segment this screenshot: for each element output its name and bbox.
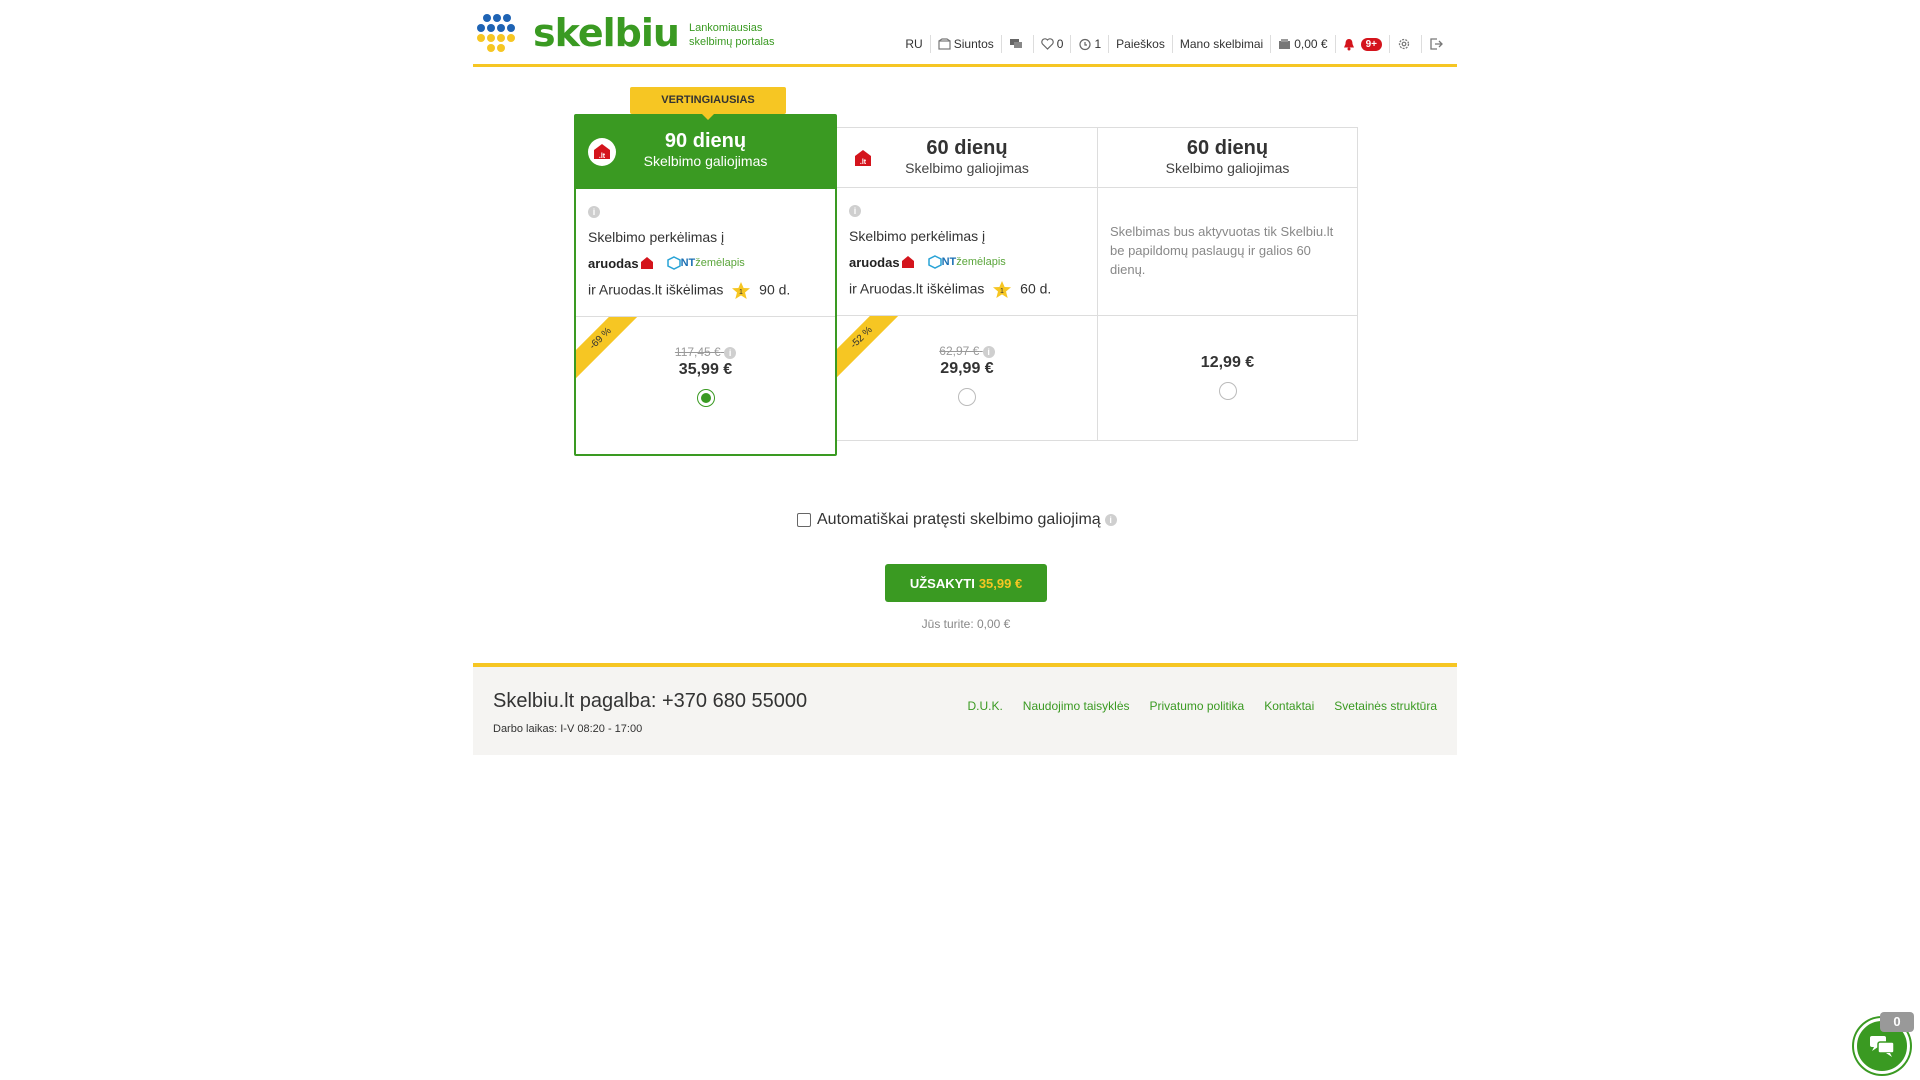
partner-logos: aruodas NT žemėlapis bbox=[849, 252, 1085, 272]
info-icon[interactable]: i bbox=[849, 205, 861, 218]
sitemap-link[interactable]: Svetainės struktūra bbox=[1334, 699, 1437, 713]
transfer-text: Skelbimo perkėlimas į bbox=[849, 228, 986, 244]
logo-tagline: Lankomiausias skelbimų portalas bbox=[688, 22, 775, 48]
plan-features: Skelbimas bus aktyvuotas tik Skelbiu.lt … bbox=[1098, 188, 1357, 316]
plan-radio[interactable] bbox=[1218, 382, 1237, 400]
terms-link[interactable]: Naudojimo taisyklės bbox=[1023, 699, 1130, 713]
nt-map-icon bbox=[666, 256, 681, 270]
auto-extend-checkbox[interactable] bbox=[797, 513, 811, 527]
plan-price-cell: -69 % 117,45 € i 35,99 € bbox=[576, 317, 835, 441]
plan-90-days[interactable]: .lt 90 dienų Skelbimo galiojimas i Skelb… bbox=[574, 114, 837, 456]
shipments-link[interactable]: Siuntos bbox=[929, 35, 1001, 53]
logo-dots-icon bbox=[477, 14, 527, 52]
best-value-badge: VERTINGIAUSIAS bbox=[630, 87, 786, 120]
page: skelbiu Lankomiausias skelbimų portalas … bbox=[0, 0, 1920, 1080]
help-phone: Skelbiu.lt pagalba: +370 680 55000 bbox=[493, 690, 808, 712]
plan-price-cell: 12,99 € bbox=[1098, 316, 1357, 440]
auto-extend-row: Automatiškai pratęsti skelbimo galiojimą… bbox=[797, 511, 1117, 529]
contacts-link[interactable]: Kontaktai bbox=[1264, 699, 1314, 713]
aruodas-house-icon bbox=[640, 257, 653, 269]
info-icon[interactable]: i bbox=[588, 206, 600, 219]
my-ads-link[interactable]: Mano skelbimai bbox=[1171, 35, 1270, 53]
gear-icon bbox=[1398, 38, 1410, 50]
promo-line: ir Aruodas.lt iškėlimas 1 90 d. bbox=[588, 281, 823, 301]
price: 12,99 € bbox=[1200, 354, 1255, 371]
aruodas-house-icon bbox=[901, 256, 914, 268]
star-icon: 1 bbox=[993, 281, 1012, 298]
privacy-link[interactable]: Privatumo politika bbox=[1150, 699, 1245, 713]
old-price: 62,97 € i bbox=[837, 344, 1097, 358]
searches-link[interactable]: Paieškos bbox=[1108, 35, 1172, 53]
plan-header: .lt 60 dienų Skelbimo galiojimas bbox=[837, 128, 1097, 188]
plan-header: .lt 90 dienų Skelbimo galiojimas bbox=[576, 116, 835, 189]
plan-60-days-basic[interactable]: 60 dienų Skelbimo galiojimas Skelbimas b… bbox=[1097, 128, 1357, 440]
favorites-link[interactable]: 0 bbox=[1032, 35, 1071, 53]
logo-wordmark: skelbiu bbox=[533, 11, 680, 55]
nt-zemelapis-logo: NT žemėlapis bbox=[666, 256, 745, 270]
aruodas-lt-icon: .lt bbox=[588, 138, 616, 166]
language-switch[interactable]: RU bbox=[898, 35, 929, 53]
aruodas-logo: aruodas bbox=[588, 256, 655, 271]
plans-table: .lt 90 dienų Skelbimo galiojimas i Skelb… bbox=[574, 114, 1358, 456]
plan-price-cell: -52 % 62,97 € i 29,99 € bbox=[837, 316, 1097, 440]
notifications-badge: 9+ bbox=[1360, 37, 1382, 51]
plan-radio[interactable] bbox=[958, 388, 976, 406]
wallet-link[interactable]: 0,00 € bbox=[1270, 35, 1334, 53]
partner-logos: aruodas NT žemėlapis bbox=[588, 253, 823, 273]
auto-extend-label[interactable]: Automatiškai pratęsti skelbimo galiojimą bbox=[817, 511, 1101, 529]
footer: Skelbiu.lt pagalba: +370 680 55000 Darbo… bbox=[473, 663, 1457, 755]
history-link[interactable]: 1 bbox=[1070, 35, 1108, 53]
logo[interactable]: skelbiu Lankomiausias skelbimų portalas bbox=[477, 14, 775, 52]
plan-features: i Skelbimo perkėlimas į aruodas NT žemėla… bbox=[837, 188, 1097, 316]
svg-text:.lt: .lt bbox=[860, 159, 867, 166]
order-button[interactable]: UŽSAKYTI 35,99 € bbox=[885, 564, 1047, 602]
plan-description: Skelbimas bus aktyvuotas tik Skelbiu.lt … bbox=[1110, 224, 1334, 277]
settings-link[interactable] bbox=[1389, 35, 1421, 53]
info-icon[interactable]: i bbox=[982, 345, 995, 358]
info-icon[interactable]: i bbox=[724, 346, 737, 359]
plan-radio[interactable] bbox=[696, 389, 715, 407]
plan-features: i Skelbimo perkėlimas į aruodas NT žemėla… bbox=[576, 189, 835, 317]
aruodas-logo: aruodas bbox=[849, 255, 916, 270]
plan-header: 60 dienų Skelbimo galiojimas bbox=[1098, 128, 1357, 188]
logout-link[interactable] bbox=[1421, 35, 1453, 53]
transfer-text: Skelbimo perkėlimas į bbox=[588, 229, 725, 245]
old-price: 117,45 € i bbox=[576, 345, 835, 359]
wallet-icon bbox=[1279, 39, 1291, 49]
promo-line: ir Aruodas.lt iškėlimas 1 60 d. bbox=[849, 280, 1085, 300]
heart-icon bbox=[1041, 38, 1054, 50]
price: 29,99 € bbox=[940, 360, 994, 377]
aruodas-lt-icon: .lt bbox=[855, 150, 871, 166]
header: skelbiu Lankomiausias skelbimų portalas … bbox=[473, 0, 1457, 67]
top-nav: RU Siuntos 0 1 Paieškos Mano skelbimai 0… bbox=[898, 35, 1453, 53]
bell-icon bbox=[1343, 38, 1354, 50]
plan-60-days-promo[interactable]: .lt 60 dienų Skelbimo galiojimas i Skelb… bbox=[836, 128, 1097, 440]
chat-icon bbox=[1870, 1036, 1895, 1057]
svg-text:.lt: .lt bbox=[599, 153, 606, 160]
plan-subtitle: Skelbimo galiojimas bbox=[1165, 160, 1290, 176]
nt-map-icon bbox=[927, 255, 942, 269]
footer-links: D.U.K. Naudojimo taisyklės Privatumo pol… bbox=[947, 699, 1437, 713]
notifications-link[interactable]: 9+ bbox=[1334, 35, 1389, 53]
price: 35,99 € bbox=[678, 361, 733, 378]
working-hours: Darbo laikas: I-V 08:20 - 17:00 bbox=[493, 723, 643, 735]
star-number: 1 bbox=[1000, 288, 1004, 295]
star-icon: 1 bbox=[732, 282, 751, 299]
box-icon bbox=[938, 38, 951, 50]
messages-link[interactable] bbox=[1000, 35, 1033, 53]
chat-count-badge: 0 bbox=[1880, 1012, 1914, 1032]
star-number: 1 bbox=[739, 289, 743, 296]
history-icon bbox=[1079, 38, 1092, 50]
info-icon[interactable]: i bbox=[1104, 514, 1117, 526]
chat-bubbles-icon bbox=[1009, 39, 1022, 48]
balance-text: Jūs turite: 0,00 € bbox=[921, 617, 1011, 631]
plan-duration: 60 dienų bbox=[1186, 137, 1269, 159]
faq-link[interactable]: D.U.K. bbox=[967, 699, 1002, 713]
logout-icon bbox=[1430, 38, 1443, 50]
nt-zemelapis-logo: NT žemėlapis bbox=[927, 255, 1006, 269]
